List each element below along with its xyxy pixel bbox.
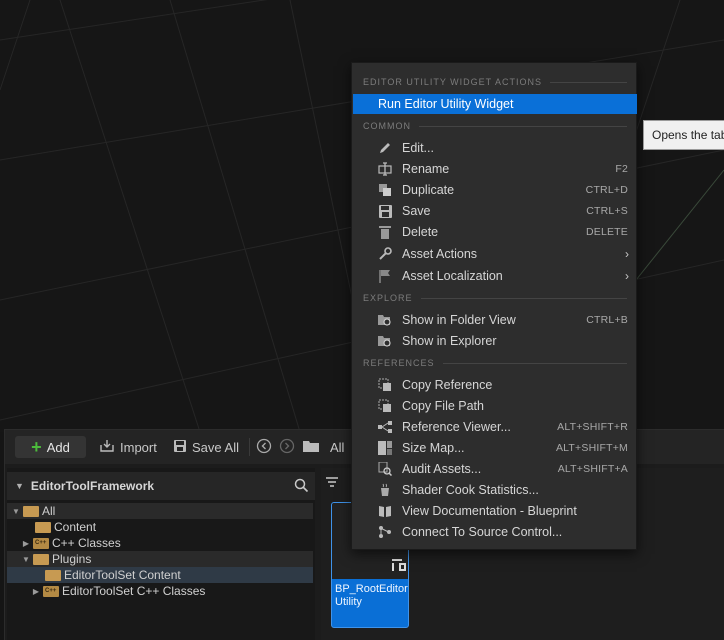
section-header-widget-actions: EDITOR UTILITY WIDGET ACTIONS [363, 75, 627, 89]
tree-item-label: All [42, 504, 56, 518]
folder-icon [33, 553, 49, 565]
menu-item-size-map[interactable]: Size Map... ALT+SHIFT+M [353, 438, 637, 458]
cpp-folder-icon [33, 537, 49, 549]
menu-item-duplicate[interactable]: Duplicate CTRL+D [353, 180, 637, 200]
folder-icon [35, 521, 51, 533]
expand-arrow-icon: ▼ [12, 506, 20, 516]
import-icon [99, 439, 115, 456]
tree-item-plugins[interactable]: ▼ Plugins [7, 551, 313, 567]
pencil-icon [377, 141, 393, 155]
menu-item-asset-localization[interactable]: Asset Localization › [353, 266, 637, 286]
menu-item-view-documentation[interactable]: View Documentation - Blueprint [353, 501, 637, 521]
expand-arrow-icon: ▼ [22, 554, 30, 564]
tree-header[interactable]: ▼ EditorToolFramework [7, 472, 315, 500]
copy-reference-icon [377, 378, 393, 392]
menu-item-connect-source-control[interactable]: Connect To Source Control... [353, 522, 637, 542]
wrench-icon [377, 247, 393, 261]
cpp-folder-icon [43, 585, 59, 597]
rename-icon [377, 162, 393, 176]
add-button[interactable]: + Add [15, 436, 86, 458]
tree-item-label: EditorToolSet C++ Classes [62, 584, 206, 598]
filter-icon[interactable] [325, 476, 339, 491]
search-icon[interactable] [294, 478, 309, 496]
toolbar-divider [249, 438, 250, 456]
menu-item-asset-actions[interactable]: Asset Actions › [353, 244, 637, 264]
import-button[interactable]: Import [99, 436, 157, 458]
menu-item-save[interactable]: Save CTRL+S [353, 201, 637, 221]
menu-item-copy-file-path[interactable]: Copy File Path [353, 396, 637, 416]
reference-viewer-icon [377, 420, 393, 434]
submenu-arrow-icon: › [625, 247, 629, 261]
menu-item-shader-cook-statistics[interactable]: Shader Cook Statistics... [353, 480, 637, 500]
collapsed-arrow-icon: ▶ [22, 538, 30, 548]
editor-utility-widget-icon [391, 558, 407, 575]
tree-item-label: Plugins [52, 552, 92, 566]
collapse-caret-icon: ▼ [15, 481, 24, 491]
menu-item-run-editor-utility-widget[interactable]: Run Editor Utility Widget [353, 94, 637, 114]
menu-item-delete[interactable]: Delete DELETE [353, 222, 637, 242]
history-forward-button[interactable] [279, 436, 295, 458]
menu-item-show-in-explorer[interactable]: Show in Explorer [353, 331, 637, 351]
back-arrow-icon [256, 438, 272, 457]
save-icon [173, 439, 187, 456]
asset-name: BP_RootEditor Utility [335, 583, 408, 608]
folder-search-icon [377, 313, 393, 327]
forward-arrow-icon [279, 438, 295, 457]
menu-item-copy-reference[interactable]: Copy Reference [353, 375, 637, 395]
add-button-label: Add [46, 439, 70, 455]
flag-icon [377, 269, 393, 283]
tree-item-cpp-classes[interactable]: ▶ C++ Classes [7, 535, 313, 551]
path-all-label: All [330, 439, 345, 455]
tree-item-label: C++ Classes [52, 536, 121, 550]
size-map-icon [377, 441, 393, 455]
save-icon [377, 204, 393, 218]
tree-item-editortoolset-content[interactable]: EditorToolSet Content [7, 567, 313, 583]
tree-title: EditorToolFramework [30, 479, 155, 493]
folder-icon [23, 505, 39, 517]
menu-item-audit-assets[interactable]: Audit Assets... ALT+SHIFT+A [353, 459, 637, 479]
menu-item-rename[interactable]: Rename F2 [353, 159, 637, 179]
section-header-common: COMMON [363, 119, 627, 133]
collapsed-arrow-icon: ▶ [32, 586, 40, 596]
asset-context-menu: EDITOR UTILITY WIDGET ACTIONS Run Editor… [351, 62, 637, 550]
save-all-button-label: Save All [192, 439, 239, 455]
trash-icon [377, 225, 393, 239]
menu-item-edit[interactable]: Edit... [353, 138, 637, 158]
save-all-button[interactable]: Save All [173, 436, 239, 458]
submenu-arrow-icon: › [625, 269, 629, 283]
tree-item-all[interactable]: ▼ All [7, 503, 313, 519]
tree-item-label: EditorToolSet Content [64, 568, 181, 582]
menu-item-reference-viewer[interactable]: Reference Viewer... ALT+SHIFT+R [353, 417, 637, 437]
menu-item-show-in-folder-view[interactable]: Show in Folder View CTRL+B [353, 310, 637, 330]
folder-icon [303, 440, 319, 455]
tree-item-label: Content [54, 520, 97, 534]
section-header-explore: EXPLORE [363, 291, 627, 305]
copy-path-icon [377, 399, 393, 413]
plus-icon: + [31, 437, 42, 457]
import-button-label: Import [120, 439, 157, 455]
menu-item-label: Run Editor Utility Widget [378, 97, 514, 111]
audit-icon [377, 462, 393, 476]
folder-search-icon [377, 334, 393, 348]
shader-icon [377, 483, 393, 497]
duplicate-icon [377, 183, 393, 197]
book-icon [377, 504, 393, 518]
folder-icon [45, 569, 61, 581]
history-back-button[interactable] [256, 436, 272, 458]
tooltip: Opens the tab [643, 120, 724, 150]
path-breadcrumb[interactable]: All [303, 436, 344, 458]
tree-item-editortoolset-cpp-classes[interactable]: ▶ EditorToolSet C++ Classes [7, 583, 313, 599]
source-control-icon [377, 525, 393, 539]
sources-tree-panel: ▼ EditorToolFramework ▼ All Content ▶ C+… [7, 468, 315, 640]
tree-item-content[interactable]: Content [7, 519, 313, 535]
section-header-references: REFERENCES [363, 356, 627, 370]
